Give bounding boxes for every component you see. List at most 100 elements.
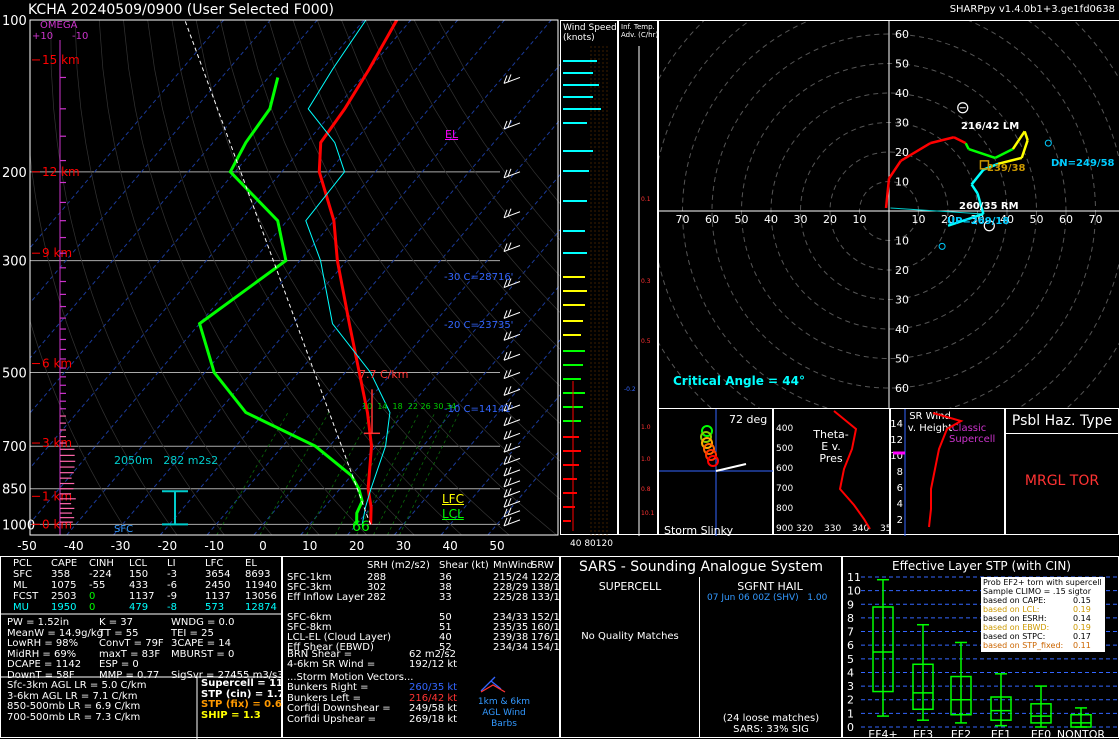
table-cell: -224 <box>89 570 112 581</box>
stp-y-label: 3 <box>847 680 854 693</box>
table-cell: 13056 <box>245 592 277 603</box>
temp-axis-label: -50 <box>17 539 37 553</box>
stp-legend-row: based on EBWD: 0.19 <box>983 623 1103 632</box>
stp-legend-value: 0.17 <box>1073 632 1091 641</box>
theta-y-label: 800 <box>776 504 793 514</box>
table-cell: -8 <box>167 603 177 614</box>
srwind-profile <box>929 413 961 527</box>
isotherm-30-label: -30 C=28716' <box>444 272 513 283</box>
svg-text:10.1: 10.1 <box>641 510 655 517</box>
storm-motion-list: Bunkers Right = 260/35 kt Bunkers Left = 21… <box>287 683 391 725</box>
hazard-value: MRGL TOR <box>1006 473 1118 489</box>
stp-y-label: 10 <box>847 585 861 598</box>
lcl-label: LCL <box>442 507 464 521</box>
critical-angle-label: Critical Angle = 44° <box>673 374 805 388</box>
sfc-dewpoint-label: 66 <box>352 519 370 535</box>
stp-legend-value: 0.19 <box>1073 623 1091 632</box>
svg-text:1.0: 1.0 <box>641 456 651 463</box>
svg-text:0.5: 0.5 <box>641 338 651 345</box>
composite-indices: Supercell = 11.0 STP (cin) = 1.7 STP (fi… <box>201 679 294 721</box>
pressure-label: 300 <box>2 255 27 270</box>
sr-wind-panel: SR Wind v. Height Classic Supercell 14 12… <box>890 408 1005 535</box>
table-cell: 282 <box>367 593 386 604</box>
theta-e-chart: 400500600700800900 320 330 340 35 <box>774 409 891 536</box>
thermo-index: PW = 1.52in <box>7 618 103 629</box>
height-label: 15 km <box>42 53 80 67</box>
stp-legend-text: Prob EF2+ torn with supercell <box>983 578 1102 587</box>
table-cell: -55 <box>89 581 105 592</box>
hodo-x-label: 70 <box>676 213 690 226</box>
motion-value: 269/18 kt <box>409 715 457 726</box>
sr-wind-label: 4-6km SR Wind = <box>287 660 375 671</box>
sars-hail: SGFNT HAIL <box>701 580 839 593</box>
table-cell: -9 <box>167 592 177 603</box>
isotherm-20-label: -20 C=23735' <box>444 320 513 331</box>
sars-divider <box>699 577 700 737</box>
storm-motion-row: Corfidi Upshear = 269/18 kt <box>287 715 391 726</box>
svg-text:-0.2: -0.2 <box>624 386 636 393</box>
table-cell: 433 <box>129 581 148 592</box>
stp-y-label: 6 <box>847 639 854 652</box>
hodo-y-label: 40 <box>895 87 909 100</box>
height-label: 6 km <box>42 357 72 371</box>
svg-text:0.8: 0.8 <box>641 486 651 493</box>
table-cell: -3 <box>167 570 177 581</box>
hodo-x-label: 10 <box>853 213 867 226</box>
theta-labels: 10 14 18 22 26 30 34 <box>362 402 456 411</box>
table-cell: LCL <box>129 559 147 570</box>
stp-y-label: 0 <box>847 721 854 734</box>
stp-y-label: 8 <box>847 612 854 625</box>
table-cell: MU <box>13 603 29 614</box>
sars-hail-match: 07 Jun 06 00Z (SHV) 1.00 <box>707 593 827 603</box>
table-cell: LI <box>167 559 176 570</box>
thermo-index: ESP = 0 <box>99 660 164 671</box>
theta-y-label: 700 <box>776 484 793 494</box>
mixing-ratio-line <box>260 412 329 535</box>
stp-legend-value: 0.19 <box>1073 605 1091 614</box>
hodo-lm-label: 216/42 LM <box>961 121 1019 132</box>
hazard-panel: Psbl Haz. Type MRGL TOR <box>1005 408 1119 535</box>
srwind-y-label: 8 <box>897 467 903 478</box>
hodo-y-label: 50 <box>895 58 909 71</box>
sars-supercell: SUPERCELL <box>561 580 699 593</box>
stp-legend-value: 0.14 <box>1073 614 1091 623</box>
temp-axis-label: 30 <box>396 539 411 553</box>
stp-category-label: NONTOR <box>1057 728 1105 739</box>
sfc-label: SFC <box>114 524 133 535</box>
thermo-col3: WNDG = 0.0 TEI = 25 3CAPE = 14 MBURST = 0 S… <box>171 618 284 681</box>
omega-scale-pos: +10 <box>32 31 53 42</box>
sr-wind-value: 192/12 kt <box>409 660 457 671</box>
hodo-mean-label: 239/38 <box>987 163 1025 174</box>
table-cell: CAPE <box>51 559 77 570</box>
stp-y-label: 5 <box>847 653 854 666</box>
omega-label: OMEGA <box>40 20 77 31</box>
inflow-panel: Inf. Temp. Adv. (C/hr) 0.1 0.3 0.5 -0.2 … <box>618 20 658 535</box>
table-cell: 33 <box>439 593 452 604</box>
height-label: 12 km <box>42 165 80 179</box>
stp-fix-value: STP (fix) = 0.6 <box>201 700 294 711</box>
thermo-panel: PCL CAPE CINH LCL LI LFC EL SFC 358 -224 150 -3 3654… <box>0 556 282 738</box>
table-cell: 358 <box>51 570 70 581</box>
table-cell: 1137 <box>129 592 154 603</box>
hodo-y-label: 60 <box>895 28 909 41</box>
table-cell: PCL <box>13 559 32 570</box>
pressure-label: 200 <box>2 166 27 181</box>
wind-speed-panel: Wind Speed (knots) <box>560 20 618 535</box>
sars-sig: SARS: 33% SIG <box>701 724 841 735</box>
stp-legend: Prob EF2+ torn with supercell Sample CLIM… <box>981 577 1105 652</box>
motion-value: 249/58 kt <box>409 704 457 715</box>
omega-scale-neg: -10 <box>72 31 88 42</box>
mixing-ratio-line <box>217 412 288 535</box>
thermo-index: 3CAPE = 14 <box>171 639 284 650</box>
hodo-x-label: 60 <box>1059 213 1073 226</box>
mixing-ratio-line <box>373 412 435 535</box>
height-label: 0 km <box>42 517 72 531</box>
motion-value: 260/35 kt <box>409 683 457 694</box>
motion-name: Bunkers Right = <box>287 682 369 693</box>
temp-axis-label: 10 <box>302 539 317 553</box>
wind-speed-bars <box>561 21 619 536</box>
table-cell: 0 <box>89 603 95 614</box>
srwind-y-label: 12 <box>891 435 903 446</box>
parcel-trace <box>185 20 371 524</box>
stp-legend-text: based on CAPE: <box>983 596 1046 605</box>
